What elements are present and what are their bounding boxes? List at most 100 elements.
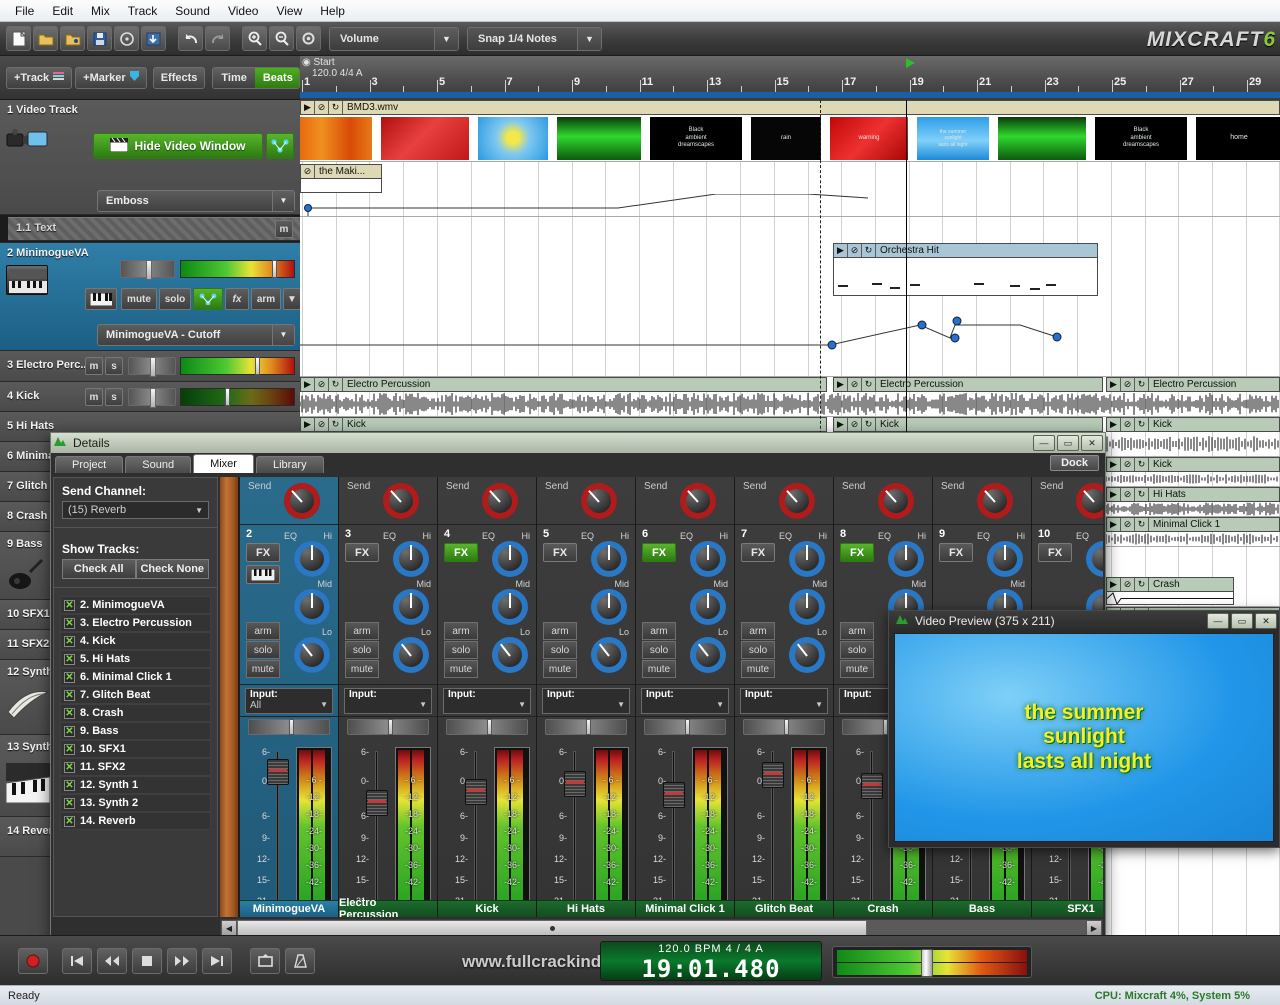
zoom-in-icon[interactable] — [242, 26, 267, 51]
track-checkbox-row[interactable]: ✕5. Hi Hats — [60, 650, 211, 668]
mute-clip-icon[interactable]: ⊘ — [1121, 458, 1135, 471]
mixer-channel-kick[interactable]: Send4FXarmsolomuteEQHiMidLoInput:▼6-0-6-… — [438, 477, 537, 917]
mute-button[interactable]: mute — [840, 660, 874, 678]
fader-track[interactable] — [672, 751, 675, 917]
checkbox-checked-icon[interactable]: ✕ — [64, 672, 75, 683]
loop-clip-icon[interactable]: ↻ — [1135, 488, 1149, 501]
channel-fader[interactable] — [564, 771, 586, 797]
track-checkbox-row[interactable]: ✕9. Bass — [60, 722, 211, 740]
video-thumbnail[interactable] — [381, 117, 469, 160]
track-header-electro-percussion[interactable]: 3 Electro Perc... m s — [0, 351, 300, 382]
eq-lo-knob[interactable] — [789, 637, 825, 673]
arm-button[interactable]: arm — [345, 622, 379, 640]
redo-icon[interactable] — [205, 26, 230, 51]
track-checkbox-row[interactable]: ✕13. Synth 2 — [60, 794, 211, 812]
eq-hi-knob[interactable] — [591, 541, 627, 577]
track-header-minimogueva[interactable]: 2 MinimogueVA mute solo fx arm ▼ Minimog… — [0, 243, 300, 351]
arm-button[interactable]: arm — [543, 622, 577, 640]
loop-clip-icon[interactable]: ↻ — [1135, 578, 1149, 591]
pan-knob[interactable] — [784, 719, 789, 735]
send-knob[interactable] — [581, 483, 617, 519]
video-thumbnail[interactable]: Black ambient dreamscapes — [1095, 117, 1187, 160]
input-selector[interactable]: Input:▼ — [740, 688, 828, 714]
instrument-icon[interactable] — [246, 565, 280, 584]
loop-clip-icon[interactable]: ↻ — [862, 418, 876, 431]
clip-body-text[interactable] — [300, 179, 382, 193]
play-clip-icon[interactable]: ▶ — [1107, 518, 1121, 531]
solo-button[interactable]: solo — [159, 288, 191, 310]
eq-hi-knob[interactable] — [492, 541, 528, 577]
eq-hi-knob[interactable] — [690, 541, 726, 577]
send-knob[interactable] — [284, 483, 320, 519]
mute-button[interactable]: mute — [121, 288, 157, 310]
channel-fader[interactable] — [762, 762, 784, 788]
chevron-down-icon[interactable]: ▼ — [320, 700, 328, 711]
scroll-left-icon[interactable]: ◀ — [221, 920, 237, 936]
mute-clip-icon[interactable]: ⊘ — [848, 418, 862, 431]
loop-clip-icon[interactable]: ↻ — [329, 418, 343, 431]
video-thumbnail[interactable]: the summer sunlight lasts all night — [917, 117, 989, 160]
pan-slider[interactable] — [347, 719, 429, 735]
minimize-icon[interactable]: — — [1033, 435, 1055, 451]
new-file-icon[interactable] — [6, 26, 31, 51]
video-automation-envelope[interactable] — [300, 194, 1280, 216]
eq-hi-knob[interactable] — [1086, 541, 1103, 577]
playhead-flag-icon[interactable] — [906, 58, 915, 68]
send-knob[interactable] — [1076, 483, 1103, 519]
channel-name-label[interactable]: Glitch Beat — [735, 900, 833, 917]
video-thumbnail-strip[interactable]: Black ambient dreamscapesrainwarningthe … — [300, 115, 1280, 162]
chevron-down-icon[interactable]: ▼ — [577, 28, 601, 50]
record-icon[interactable] — [18, 948, 48, 974]
mute-clip-icon[interactable]: ⊘ — [1121, 488, 1135, 501]
eq-mid-knob[interactable] — [492, 589, 528, 625]
burn-cd-icon[interactable] — [114, 26, 139, 51]
send-channel-dropdown[interactable]: (15) Reverb ▼ — [62, 501, 209, 519]
fx-button[interactable]: FX — [840, 543, 874, 562]
snap-combo[interactable]: Snap 1/4 Notes ▼ — [467, 27, 602, 51]
track-checkbox-row[interactable]: ✕12. Synth 1 — [60, 776, 211, 794]
metronome-icon[interactable] — [285, 948, 315, 974]
clip-body-crash[interactable] — [1106, 592, 1234, 605]
play-clip-icon[interactable]: ▶ — [1107, 578, 1121, 591]
chevron-down-icon[interactable]: ▼ — [195, 506, 203, 515]
clip-header-audio[interactable]: ▶ ⊘ ↻ Crash — [1106, 577, 1234, 592]
play-clip-icon[interactable]: ▶ — [301, 101, 315, 114]
fast-forward-icon[interactable] — [167, 948, 197, 974]
channel-fader[interactable] — [861, 773, 883, 799]
play-clip-icon[interactable]: ▶ — [301, 378, 315, 391]
channel-name-label[interactable]: Crash — [834, 900, 932, 917]
mute-clip-icon[interactable]: ⊘ — [315, 378, 329, 391]
mute-clip-icon[interactable]: ⊘ — [848, 244, 862, 257]
solo-button[interactable]: solo — [840, 641, 874, 659]
channel-name-label[interactable]: Kick — [438, 900, 536, 917]
dock-button[interactable]: Dock — [1050, 455, 1099, 471]
eq-mid-knob[interactable] — [789, 589, 825, 625]
maximize-icon[interactable]: ▭ — [1231, 613, 1253, 629]
clip-header-audio[interactable]: ▶ ⊘ ↻ Minimal Click 1 — [1106, 517, 1280, 532]
input-selector[interactable]: Input:All▼ — [245, 688, 333, 714]
solo-button[interactable]: s — [105, 357, 123, 375]
fx-button[interactable]: FX — [444, 543, 478, 562]
lane-minimogueva[interactable]: ▶ ⊘ ↻ Orchestra Hit — [300, 217, 1280, 377]
pan-knob[interactable] — [487, 719, 492, 735]
pan-slider[interactable] — [128, 388, 176, 406]
open-folder-icon[interactable] — [33, 26, 58, 51]
pan-slider[interactable] — [248, 719, 330, 735]
send-knob[interactable] — [383, 483, 419, 519]
track-header-video[interactable]: 1 Video Track Hide Video Window Emboss ▼ — [0, 100, 300, 215]
clip-header-audio[interactable]: ▶ ⊘ ↻ Electro Percussion — [833, 377, 1103, 392]
eq-hi-knob[interactable] — [393, 541, 429, 577]
mixer-channel-minimogueva[interactable]: Send2FXarmsolomuteEQHiMidLoInput:All▼6-0… — [240, 477, 339, 917]
loop-clip-icon[interactable]: ↻ — [329, 378, 343, 391]
play-clip-icon[interactable]: ▶ — [1107, 458, 1121, 471]
play-clip-icon[interactable]: ▶ — [301, 418, 315, 431]
waveform-kick-2[interactable] — [1106, 472, 1280, 486]
zoom-out-icon[interactable] — [269, 26, 294, 51]
pan-slider[interactable] — [743, 719, 825, 735]
send-knob[interactable] — [779, 483, 815, 519]
solo-button[interactable]: solo — [741, 641, 775, 659]
rewind-to-start-icon[interactable] — [62, 948, 92, 974]
volume-combo[interactable]: Volume ▼ — [329, 27, 459, 51]
scrollbar-thumb[interactable] — [237, 920, 867, 936]
track-header-kick[interactable]: 4 Kick m s — [0, 382, 300, 412]
